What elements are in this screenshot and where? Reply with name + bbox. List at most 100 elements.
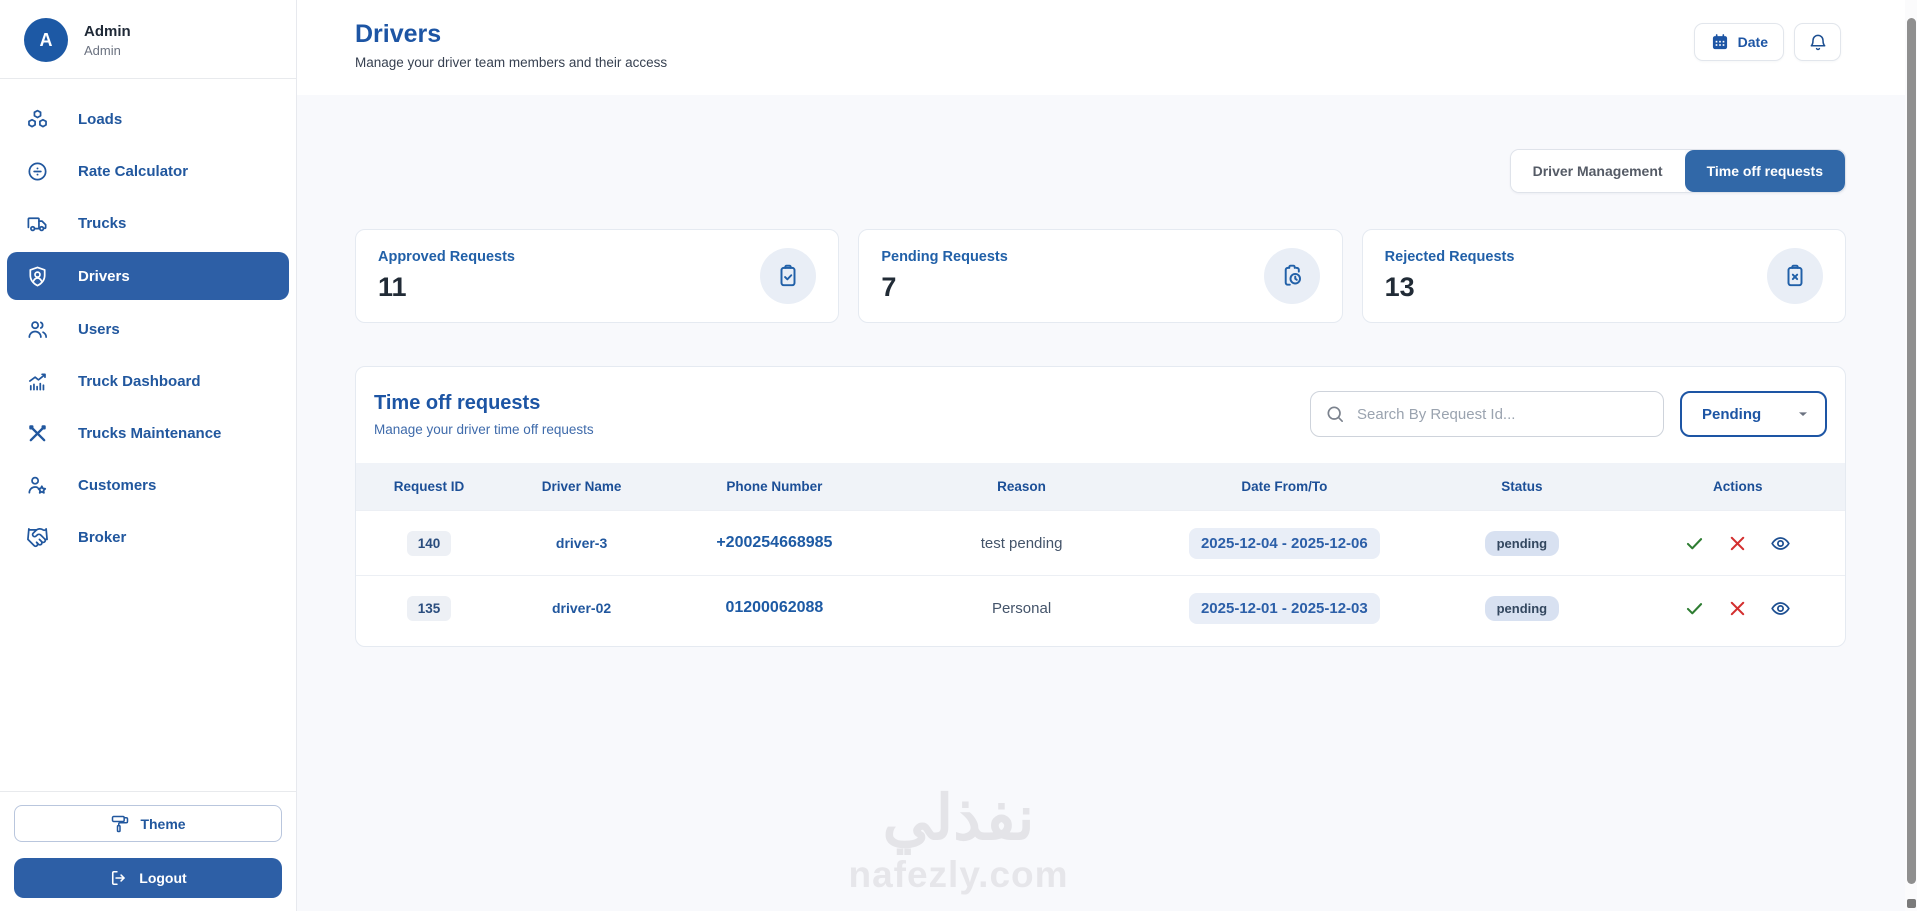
request-id-badge: 140 xyxy=(406,530,452,556)
tab-driver-management[interactable]: Driver Management xyxy=(1510,150,1685,192)
theme-button[interactable]: Theme xyxy=(14,805,282,842)
row-actions xyxy=(1631,531,1845,555)
sidebar-item-truck-dashboard[interactable]: Truck Dashboard xyxy=(0,355,296,407)
scrollbar[interactable] xyxy=(1905,0,1917,911)
user-role: Admin xyxy=(84,42,121,58)
stat-card-rejected: Rejected Requests 13 xyxy=(1361,229,1846,323)
x-icon xyxy=(1731,601,1745,615)
sidebar-item-trucks-maintenance[interactable]: Trucks Maintenance xyxy=(0,407,296,459)
notifications-button[interactable] xyxy=(1794,23,1841,61)
panel-header: Time off requests Manage your driver tim… xyxy=(356,391,1845,437)
requests-table: Request ID Driver Name Phone Number Reas… xyxy=(356,463,1845,640)
handshake-icon xyxy=(26,525,50,549)
calendar-icon xyxy=(1710,32,1730,52)
column-header: Request ID xyxy=(393,479,465,494)
app-window: A Admin Admin Loads Rate Calculator Truc… xyxy=(0,0,1917,911)
table-row: 135 driver-02 01200062088 Personal 2025-… xyxy=(356,575,1845,640)
tab-time-off-requests[interactable]: Time off requests xyxy=(1684,150,1845,192)
date-range-badge: 2025-12-04 - 2025-12-06 xyxy=(1188,527,1380,559)
avatar: A xyxy=(24,18,68,62)
phone-number: +200254668985 xyxy=(716,534,833,551)
sidebar-item-drivers[interactable]: Drivers xyxy=(7,252,289,300)
sidebar-item-label: Drivers xyxy=(78,267,130,285)
loads-icon xyxy=(26,107,50,131)
truck-icon xyxy=(26,211,50,235)
clipboard-x-icon xyxy=(1767,248,1823,304)
reject-button[interactable] xyxy=(1726,531,1750,555)
sidebar-item-label: Customers xyxy=(78,476,157,494)
driver-name: driver-3 xyxy=(555,535,608,551)
column-header: Phone Number xyxy=(726,479,823,494)
sidebar-item-users[interactable]: Users xyxy=(0,303,296,355)
column-header: Status xyxy=(1501,479,1543,494)
search-icon xyxy=(1325,404,1345,424)
eye-icon xyxy=(1771,601,1790,615)
chevron-down-icon xyxy=(1795,406,1811,422)
sidebar-item-trucks[interactable]: Trucks xyxy=(0,197,296,249)
chart-icon xyxy=(26,369,50,393)
stat-card-pending: Pending Requests 7 xyxy=(858,229,1343,323)
sidebar-item-label: Trucks xyxy=(78,214,127,232)
sidebar-footer: Theme Logout xyxy=(0,791,296,911)
sidebar-item-customers[interactable]: Customers xyxy=(0,459,296,511)
logout-button[interactable]: Logout xyxy=(14,858,282,898)
stat-value: 7 xyxy=(881,272,897,302)
reason: Personal xyxy=(991,599,1052,617)
users-icon xyxy=(26,317,50,341)
x-icon xyxy=(1731,536,1745,550)
sidebar: A Admin Admin Loads Rate Calculator Truc… xyxy=(0,0,297,911)
shield-user-icon xyxy=(26,264,50,288)
approve-button[interactable] xyxy=(1683,596,1707,620)
view-toggle: Driver Management Time off requests xyxy=(1509,149,1846,193)
clipboard-check-icon xyxy=(760,248,817,304)
status-filter-dropdown[interactable]: Pending xyxy=(1680,391,1827,437)
status-filter-value: Pending xyxy=(1702,405,1762,423)
sidebar-item-loads[interactable]: Loads xyxy=(0,93,296,145)
tabs-row: Driver Management Time off requests xyxy=(355,149,1846,193)
clipboard-clock-icon xyxy=(1263,248,1320,304)
time-off-requests-panel: Time off requests Manage your driver tim… xyxy=(355,366,1846,647)
section-subtitle: Manage your driver time off requests xyxy=(374,421,594,437)
table-row: 140 driver-3 +200254668985 test pending … xyxy=(356,510,1845,575)
sidebar-nav: Loads Rate Calculator Trucks Drivers Use… xyxy=(0,79,296,791)
scrollbar-thumb[interactable] xyxy=(1907,18,1916,884)
page-subtitle: Manage your driver team members and thei… xyxy=(355,55,668,70)
stat-label: Approved Requests xyxy=(378,249,515,265)
logout-button-label: Logout xyxy=(139,870,187,886)
header-actions: Date xyxy=(1693,23,1841,95)
reject-button[interactable] xyxy=(1726,596,1750,620)
page-header: Drivers Manage your driver team members … xyxy=(297,0,1917,95)
date-button[interactable]: Date xyxy=(1693,23,1784,61)
check-icon xyxy=(1687,537,1703,549)
sidebar-item-label: Truck Dashboard xyxy=(78,372,201,390)
bell-icon xyxy=(1808,32,1828,52)
table-header-row: Request ID Driver Name Phone Number Reas… xyxy=(356,463,1845,510)
stat-card-approved: Approved Requests 11 xyxy=(355,229,840,323)
approve-button[interactable] xyxy=(1683,531,1707,555)
user-star-icon xyxy=(26,473,50,497)
status-badge: pending xyxy=(1484,530,1560,556)
view-button[interactable] xyxy=(1769,531,1793,555)
sidebar-item-rate-calculator[interactable]: Rate Calculator xyxy=(0,145,296,197)
sidebar-item-label: Loads xyxy=(78,110,123,128)
view-button[interactable] xyxy=(1769,596,1793,620)
stat-value: 11 xyxy=(378,272,407,302)
check-icon xyxy=(1687,602,1703,614)
date-button-label: Date xyxy=(1737,34,1768,50)
request-id-badge: 135 xyxy=(406,595,452,621)
content-area: Driver Management Time off requests Appr… xyxy=(297,95,1917,911)
column-header: Reason xyxy=(997,479,1046,494)
date-range-badge: 2025-12-01 - 2025-12-03 xyxy=(1188,592,1380,624)
stat-value: 13 xyxy=(1384,272,1415,302)
search-box xyxy=(1310,391,1664,437)
column-header: Date From/To xyxy=(1241,479,1328,494)
main-content: Drivers Manage your driver team members … xyxy=(297,0,1917,911)
user-name: Admin xyxy=(84,22,131,40)
theme-button-label: Theme xyxy=(140,815,186,832)
sidebar-item-broker[interactable]: Broker xyxy=(0,511,296,563)
user-profile: A Admin Admin xyxy=(0,0,296,78)
eye-icon xyxy=(1771,536,1790,550)
page-title: Drivers xyxy=(355,20,442,48)
search-input[interactable] xyxy=(1357,405,1649,423)
stat-label: Pending Requests xyxy=(881,249,1008,265)
